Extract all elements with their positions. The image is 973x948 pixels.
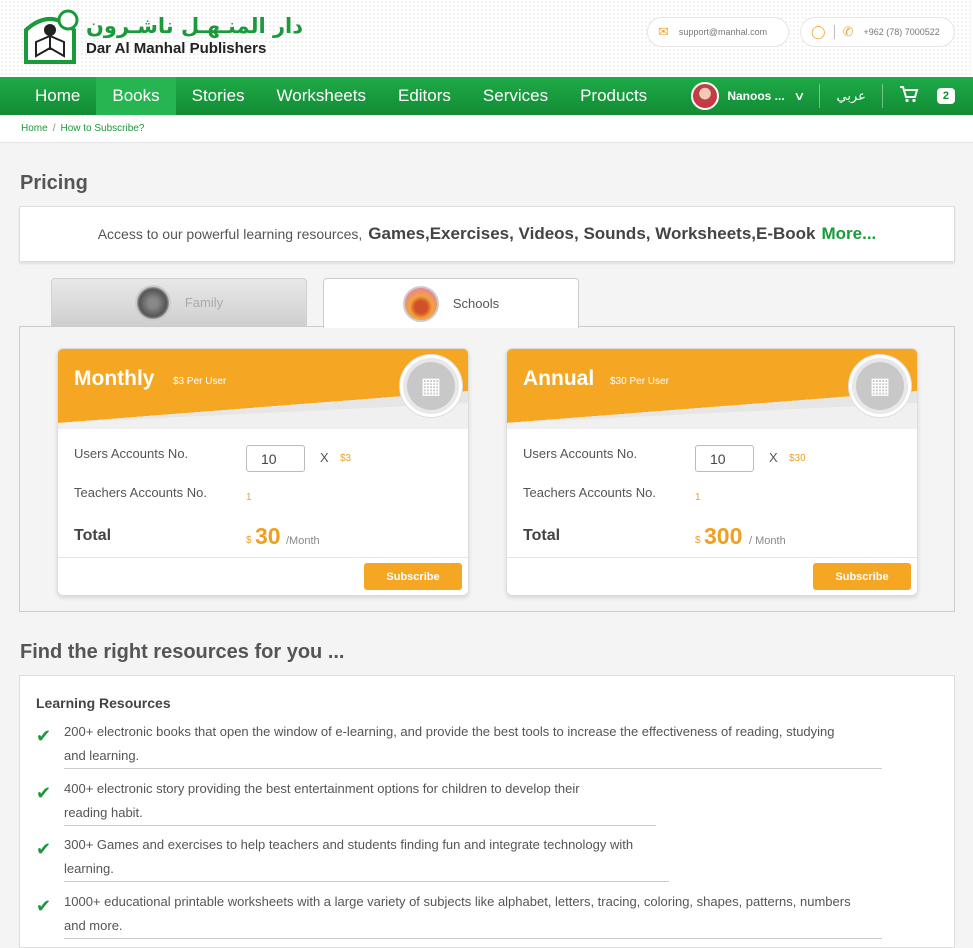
checkmark-icon: ✔ — [36, 839, 52, 859]
total-amount: 30 — [255, 523, 281, 549]
breadcrumb: Home / How to Subscribe? — [0, 115, 973, 143]
phone-contact[interactable]: ◯ ✆ +962 (78) 7000522 — [800, 17, 955, 47]
school-icon — [402, 285, 439, 322]
learning-resources-heading: Learning Resources — [36, 695, 171, 711]
plans-panel: Monthly $3 Per User ▦ Users Accounts No.… — [19, 326, 955, 612]
total-currency: $ — [246, 535, 252, 546]
tab-family[interactable]: Family — [51, 278, 307, 327]
plan-header: Annual $30 Per User ▦ — [507, 349, 917, 429]
school-building-icon: ▦ — [849, 355, 911, 417]
nav-home[interactable]: Home — [0, 77, 96, 115]
user-name[interactable]: Nanoos ... — [727, 89, 784, 103]
unit-price: $3 — [340, 453, 352, 464]
total-amount: 300 — [704, 523, 743, 549]
whatsapp-icon[interactable]: ◯ — [811, 24, 826, 40]
teachers-accounts-value: 1 — [695, 492, 701, 503]
tab-schools[interactable]: Schools — [323, 278, 579, 328]
resources-title: Find the right resources for you ... — [20, 641, 345, 663]
divider — [507, 557, 917, 558]
users-accounts-label: Users Accounts No. — [74, 446, 189, 461]
logo[interactable]: دار المنـهـل ناشـرون Dar Al Manhal Publi… — [20, 6, 303, 64]
access-resources-list: Games,Exercises, Videos, Sounds, Workshe… — [368, 224, 816, 243]
teachers-accounts-label: Teachers Accounts No. — [74, 485, 207, 500]
total-period: / Month — [749, 535, 786, 547]
resource-text: 400+ electronic story providing the best… — [64, 777, 656, 826]
total-period: /Month — [286, 535, 320, 547]
avatar[interactable] — [691, 82, 720, 110]
phone-text: +962 (78) 7000522 — [863, 27, 940, 37]
chevron-down-icon[interactable]: ∨ — [793, 89, 805, 103]
email-text: support@manhal.com — [678, 27, 768, 37]
nav-products[interactable]: Products — [564, 77, 663, 115]
access-banner: Access to our powerful learning resource… — [19, 206, 955, 262]
multiply-sign: X — [320, 450, 329, 465]
more-link[interactable]: More... — [822, 224, 877, 244]
divider — [58, 557, 468, 558]
tab-schools-label: Schools — [452, 296, 500, 311]
plan-card-annual: Annual $30 Per User ▦ Users Accounts No.… — [506, 348, 918, 596]
teachers-accounts-label: Teachers Accounts No. — [523, 485, 656, 500]
users-accounts-label: Users Accounts No. — [523, 446, 638, 461]
nav-worksheets[interactable]: Worksheets — [261, 77, 382, 115]
school-building-icon: ▦ — [400, 355, 462, 417]
unit-price: $30 — [789, 453, 806, 464]
plan-header: Monthly $3 Per User ▦ — [58, 349, 468, 429]
checkmark-icon: ✔ — [36, 726, 52, 746]
total-label: Total — [74, 527, 112, 544]
nav-editors[interactable]: Editors — [382, 77, 467, 115]
resource-text: 1000+ educational printable worksheets w… — [64, 890, 882, 939]
breadcrumb-separator: / — [52, 123, 56, 134]
nav-books[interactable]: Books — [96, 77, 176, 115]
plan-rate: $30 Per User — [610, 376, 669, 387]
access-intro-text: Access to our powerful learning resource… — [97, 226, 363, 242]
phone-icon: ✆ — [842, 24, 854, 39]
breadcrumb-home[interactable]: Home — [21, 123, 48, 134]
divider — [819, 84, 821, 108]
cart-icon[interactable] — [899, 85, 919, 108]
divider — [881, 84, 883, 108]
subscribe-button[interactable]: Subscribe — [813, 563, 911, 590]
total-currency: $ — [695, 535, 701, 546]
multiply-sign: X — [769, 450, 778, 465]
divider — [833, 25, 835, 39]
subscribe-button[interactable]: Subscribe — [364, 563, 462, 590]
logo-icon — [20, 6, 80, 64]
pricing-title: Pricing — [20, 172, 88, 194]
language-switch[interactable]: عربي — [836, 89, 865, 104]
breadcrumb-current[interactable]: How to Subscribe? — [60, 123, 144, 134]
main-navbar: Home Books Stories Worksheets Editors Se… — [0, 77, 973, 115]
cart-count-badge[interactable]: 2 — [936, 88, 955, 104]
teachers-accounts-value: 1 — [246, 492, 252, 503]
tab-family-label: Family — [184, 295, 224, 310]
resource-text: 300+ Games and exercises to help teacher… — [64, 833, 669, 882]
nav-stories[interactable]: Stories — [176, 77, 261, 115]
plan-name: Monthly — [74, 367, 155, 390]
users-accounts-input[interactable] — [246, 445, 305, 472]
nav-services[interactable]: Services — [467, 77, 564, 115]
plan-card-monthly: Monthly $3 Per User ▦ Users Accounts No.… — [57, 348, 469, 596]
resources-box: Learning Resources ✔ 200+ electronic boo… — [19, 675, 955, 948]
plan-name: Annual — [523, 367, 595, 390]
email-contact[interactable]: ✉ support@manhal.com — [647, 17, 789, 47]
logo-english-text: Dar Al Manhal Publishers — [86, 40, 267, 57]
site-header: دار المنـهـل ناشـرون Dar Al Manhal Publi… — [0, 0, 973, 77]
total-label: Total — [523, 527, 561, 544]
resource-text: 200+ electronic books that open the wind… — [64, 720, 882, 769]
checkmark-icon: ✔ — [36, 896, 52, 916]
envelope-icon: ✉ — [658, 24, 669, 39]
logo-arabic-text: دار المنـهـل ناشـرون — [86, 14, 304, 38]
plan-rate: $3 Per User — [173, 376, 227, 387]
users-accounts-input[interactable] — [695, 445, 754, 472]
checkmark-icon: ✔ — [36, 783, 52, 803]
family-icon — [134, 284, 171, 321]
